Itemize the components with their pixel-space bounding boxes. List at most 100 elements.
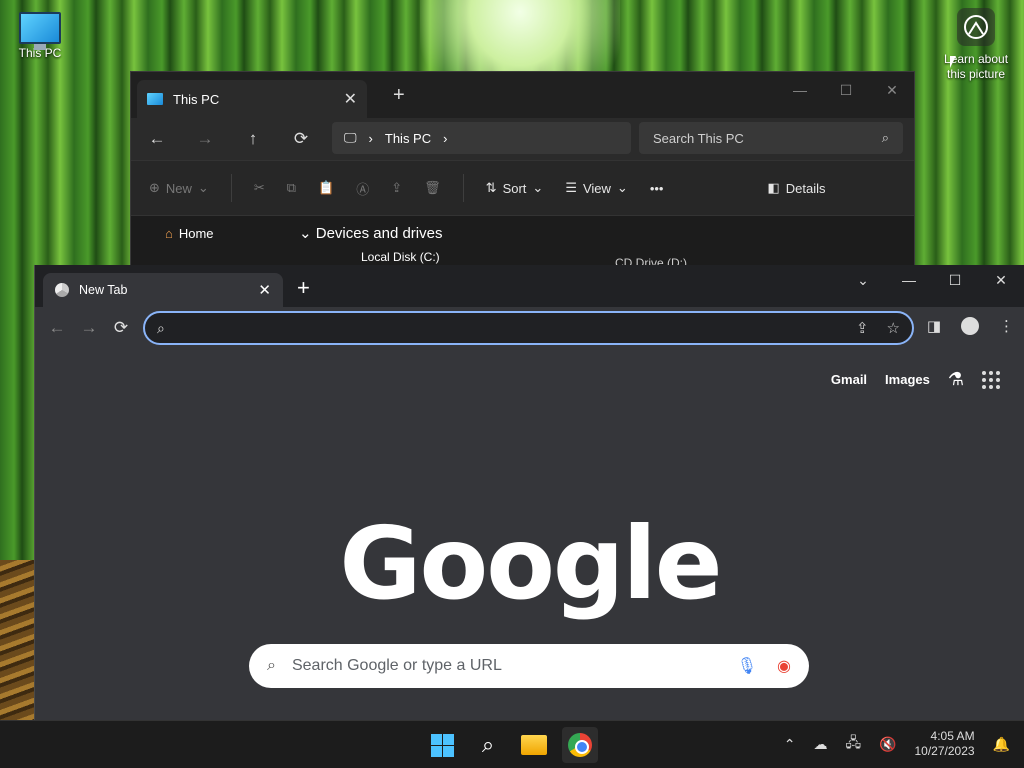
view-label: View bbox=[582, 180, 611, 196]
explorer-command-bar: ⊕ New ⌄ ✂ ⧉ 📋 Ⓐ ⇪ 🗑 ⇅ Sort ⌄ ☰ View ⌄ ••• ◧ Det… bbox=[131, 160, 914, 216]
sort-icon: ⇅ bbox=[485, 180, 497, 195]
maximize-button[interactable]: ☐ bbox=[823, 76, 869, 104]
close-button[interactable]: ✕ bbox=[978, 265, 1024, 295]
sort-button[interactable]: ⇅ Sort ⌄ bbox=[486, 180, 544, 196]
mouse-cursor-icon bbox=[950, 56, 956, 68]
taskbar-chrome[interactable] bbox=[562, 727, 598, 763]
computer-icon: 🖵 bbox=[344, 130, 357, 145]
close-icon[interactable]: ✕ bbox=[258, 281, 271, 299]
google-apps-icon[interactable] bbox=[982, 370, 1000, 389]
wallpaper-detail bbox=[0, 560, 34, 720]
drive-c[interactable]: Local Disk (C:) bbox=[361, 250, 440, 264]
explorer-new-tab-button[interactable]: + bbox=[393, 84, 405, 107]
reload-button[interactable]: ⟳ bbox=[105, 318, 137, 338]
close-icon[interactable]: ✕ bbox=[344, 89, 357, 109]
forward-button[interactable]: → bbox=[181, 129, 229, 149]
onedrive-offline-icon[interactable]: ☁ bbox=[813, 736, 827, 753]
explorer-search-placeholder: Search This PC bbox=[653, 130, 744, 146]
sidebar-item-label: Home bbox=[178, 226, 214, 241]
explorer-tab[interactable]: This PC ✕ bbox=[137, 80, 367, 118]
side-panel-icon[interactable]: ◨ bbox=[927, 317, 941, 335]
chevron-down-icon: ⌄ bbox=[299, 225, 312, 242]
chrome-right-tools: ◨ ⋮ bbox=[927, 317, 1014, 335]
maximize-button[interactable]: ☐ bbox=[932, 265, 978, 295]
address-bar[interactable]: 🖵 › This PC › bbox=[332, 122, 631, 154]
cut-icon[interactable]: ✂ bbox=[254, 180, 265, 196]
notification-bell-icon[interactable]: 🔔 bbox=[993, 736, 1010, 753]
refresh-button[interactable]: ⟳ bbox=[277, 129, 325, 149]
pc-icon bbox=[147, 93, 163, 105]
rename-icon[interactable]: Ⓐ bbox=[356, 179, 369, 198]
voice-search-mic-icon[interactable]: 🎙 bbox=[737, 656, 757, 676]
chrome-tab-strip: New Tab ✕ + ⌄ — ☐ ✕ bbox=[35, 265, 1024, 307]
file-explorer-window: This PC ✕ + — ☐ ✕ ← → ↑ ⟳ 🖵 › This PC › … bbox=[130, 71, 915, 271]
google-logo: Google bbox=[339, 505, 722, 622]
clock[interactable]: 4:05 AM 10/27/2023 bbox=[915, 729, 975, 759]
back-button[interactable]: ← bbox=[133, 129, 181, 149]
folder-icon bbox=[521, 735, 547, 755]
chrome-window: New Tab ✕ + ⌄ — ☐ ✕ ← → ⟳ ⌕ ⇪ ☆ ◨ ⋮ Gmai… bbox=[34, 265, 1024, 721]
breadcrumb-separator[interactable]: › bbox=[369, 131, 373, 146]
windows-logo-icon bbox=[430, 733, 454, 757]
explorer-search-box[interactable]: Search This PC ⌕ bbox=[639, 122, 903, 154]
network-icon[interactable]: 🖧 bbox=[845, 732, 861, 756]
learn-about-picture[interactable]: Learn about this picture bbox=[940, 8, 1012, 82]
profile-avatar-icon[interactable] bbox=[961, 317, 979, 335]
volume-muted-icon[interactable]: 🔇 bbox=[879, 736, 896, 753]
view-button[interactable]: ☰ View ⌄ bbox=[565, 180, 628, 196]
taskbar-apps: ⌕ bbox=[424, 727, 598, 763]
breadcrumb-this-pc[interactable]: This PC bbox=[385, 131, 431, 146]
start-button[interactable] bbox=[424, 727, 460, 763]
google-lens-icon[interactable]: ◉ bbox=[777, 656, 791, 676]
clock-date: 10/27/2023 bbox=[914, 744, 975, 758]
omnibox[interactable]: ⌕ ⇪ ☆ bbox=[143, 311, 914, 345]
explorer-nav-bar: ← → ↑ ⟳ 🖵 › This PC › Search This PC ⌕ bbox=[131, 118, 914, 160]
forward-button[interactable]: → bbox=[73, 318, 105, 338]
more-menu-icon[interactable]: ⋮ bbox=[999, 317, 1014, 335]
google-search-placeholder: Search Google or type a URL bbox=[291, 657, 502, 674]
explorer-content: ⌂ Home ⌄ Devices and drives Local Disk (… bbox=[131, 216, 914, 270]
section-header-devices[interactable]: ⌄ Devices and drives bbox=[299, 224, 442, 242]
chevron-down-icon: ⌄ bbox=[532, 180, 544, 195]
new-button[interactable]: ⊕ New ⌄ bbox=[149, 180, 209, 196]
chrome-icon bbox=[568, 733, 592, 757]
up-button[interactable]: ↑ bbox=[229, 129, 277, 149]
labs-flask-icon[interactable]: ⚗ bbox=[948, 369, 964, 390]
back-button[interactable]: ← bbox=[41, 318, 73, 338]
taskbar-file-explorer[interactable] bbox=[516, 727, 552, 763]
minimize-button[interactable]: — bbox=[777, 76, 823, 104]
breadcrumb-separator[interactable]: › bbox=[443, 131, 447, 146]
paste-icon[interactable]: 📋 bbox=[318, 180, 334, 196]
chevron-up-icon[interactable]: ⌃ bbox=[784, 736, 796, 753]
camera-lens-icon bbox=[957, 8, 995, 46]
system-tray: ⌃ ☁ 🖧 🔇 4:05 AM 10/27/2023 🔔 bbox=[784, 729, 1010, 759]
more-options-button[interactable]: ••• bbox=[650, 181, 664, 196]
share-icon[interactable]: ⇪ bbox=[391, 180, 402, 196]
delete-icon[interactable]: 🗑 bbox=[424, 180, 441, 196]
chevron-down-icon: ⌄ bbox=[616, 180, 628, 195]
ntp-header-links: Gmail Images ⚗ bbox=[831, 369, 1000, 390]
share-icon[interactable]: ⇪ bbox=[856, 319, 869, 337]
copy-icon[interactable]: ⧉ bbox=[287, 180, 296, 196]
chrome-new-tab-button[interactable]: + bbox=[297, 275, 310, 301]
drive-c-label: Local Disk (C:) bbox=[361, 250, 440, 264]
search-icon: ⌕ bbox=[481, 732, 495, 757]
details-button[interactable]: ◧ Details bbox=[767, 180, 825, 196]
tab-search-button[interactable]: ⌄ bbox=[840, 265, 886, 295]
section-title: Devices and drives bbox=[315, 225, 443, 242]
monitor-icon bbox=[19, 12, 61, 50]
taskbar-search-button[interactable]: ⌕ bbox=[470, 727, 506, 763]
divider bbox=[230, 174, 232, 202]
desktop-icon-this-pc[interactable]: This PC bbox=[12, 8, 68, 60]
search-icon: ⌕ bbox=[267, 657, 276, 674]
bookmark-star-icon[interactable]: ☆ bbox=[887, 319, 900, 337]
google-search-box[interactable]: ⌕ Search Google or type a URL 🎙 ◉ bbox=[249, 644, 809, 688]
images-link[interactable]: Images bbox=[885, 372, 930, 387]
chrome-window-controls: ⌄ — ☐ ✕ bbox=[840, 265, 1024, 295]
details-label: Details bbox=[785, 180, 826, 196]
chrome-tab-new-tab[interactable]: New Tab ✕ bbox=[43, 273, 283, 307]
minimize-button[interactable]: — bbox=[886, 265, 932, 295]
sidebar-item-home[interactable]: ⌂ Home bbox=[165, 226, 214, 241]
close-button[interactable]: ✕ bbox=[869, 76, 915, 104]
gmail-link[interactable]: Gmail bbox=[831, 372, 867, 387]
